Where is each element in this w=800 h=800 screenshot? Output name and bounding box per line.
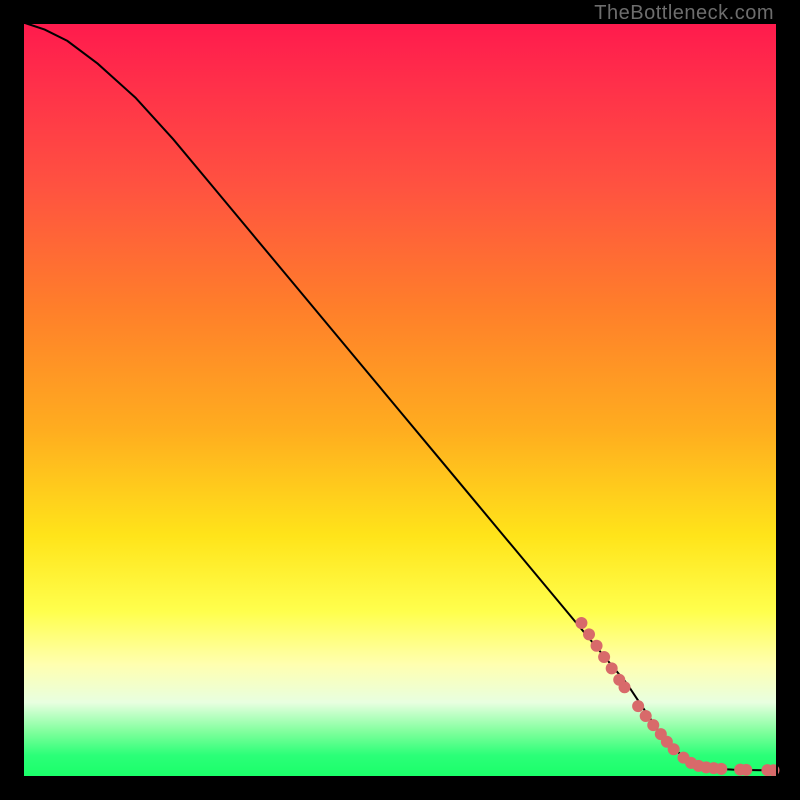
marker-point (598, 651, 610, 663)
marker-point (715, 763, 727, 775)
marker-point (575, 617, 587, 629)
marker-point (632, 700, 644, 712)
marker-point (668, 743, 680, 755)
marker-group (575, 617, 779, 776)
marker-point (591, 640, 603, 652)
plot-frame (22, 22, 778, 778)
marker-point (740, 764, 752, 776)
marker-point (606, 662, 618, 674)
plot-svg (22, 22, 778, 778)
marker-point (767, 764, 779, 776)
marker-point (583, 628, 595, 640)
curve-line (22, 22, 778, 770)
marker-point (619, 681, 631, 693)
